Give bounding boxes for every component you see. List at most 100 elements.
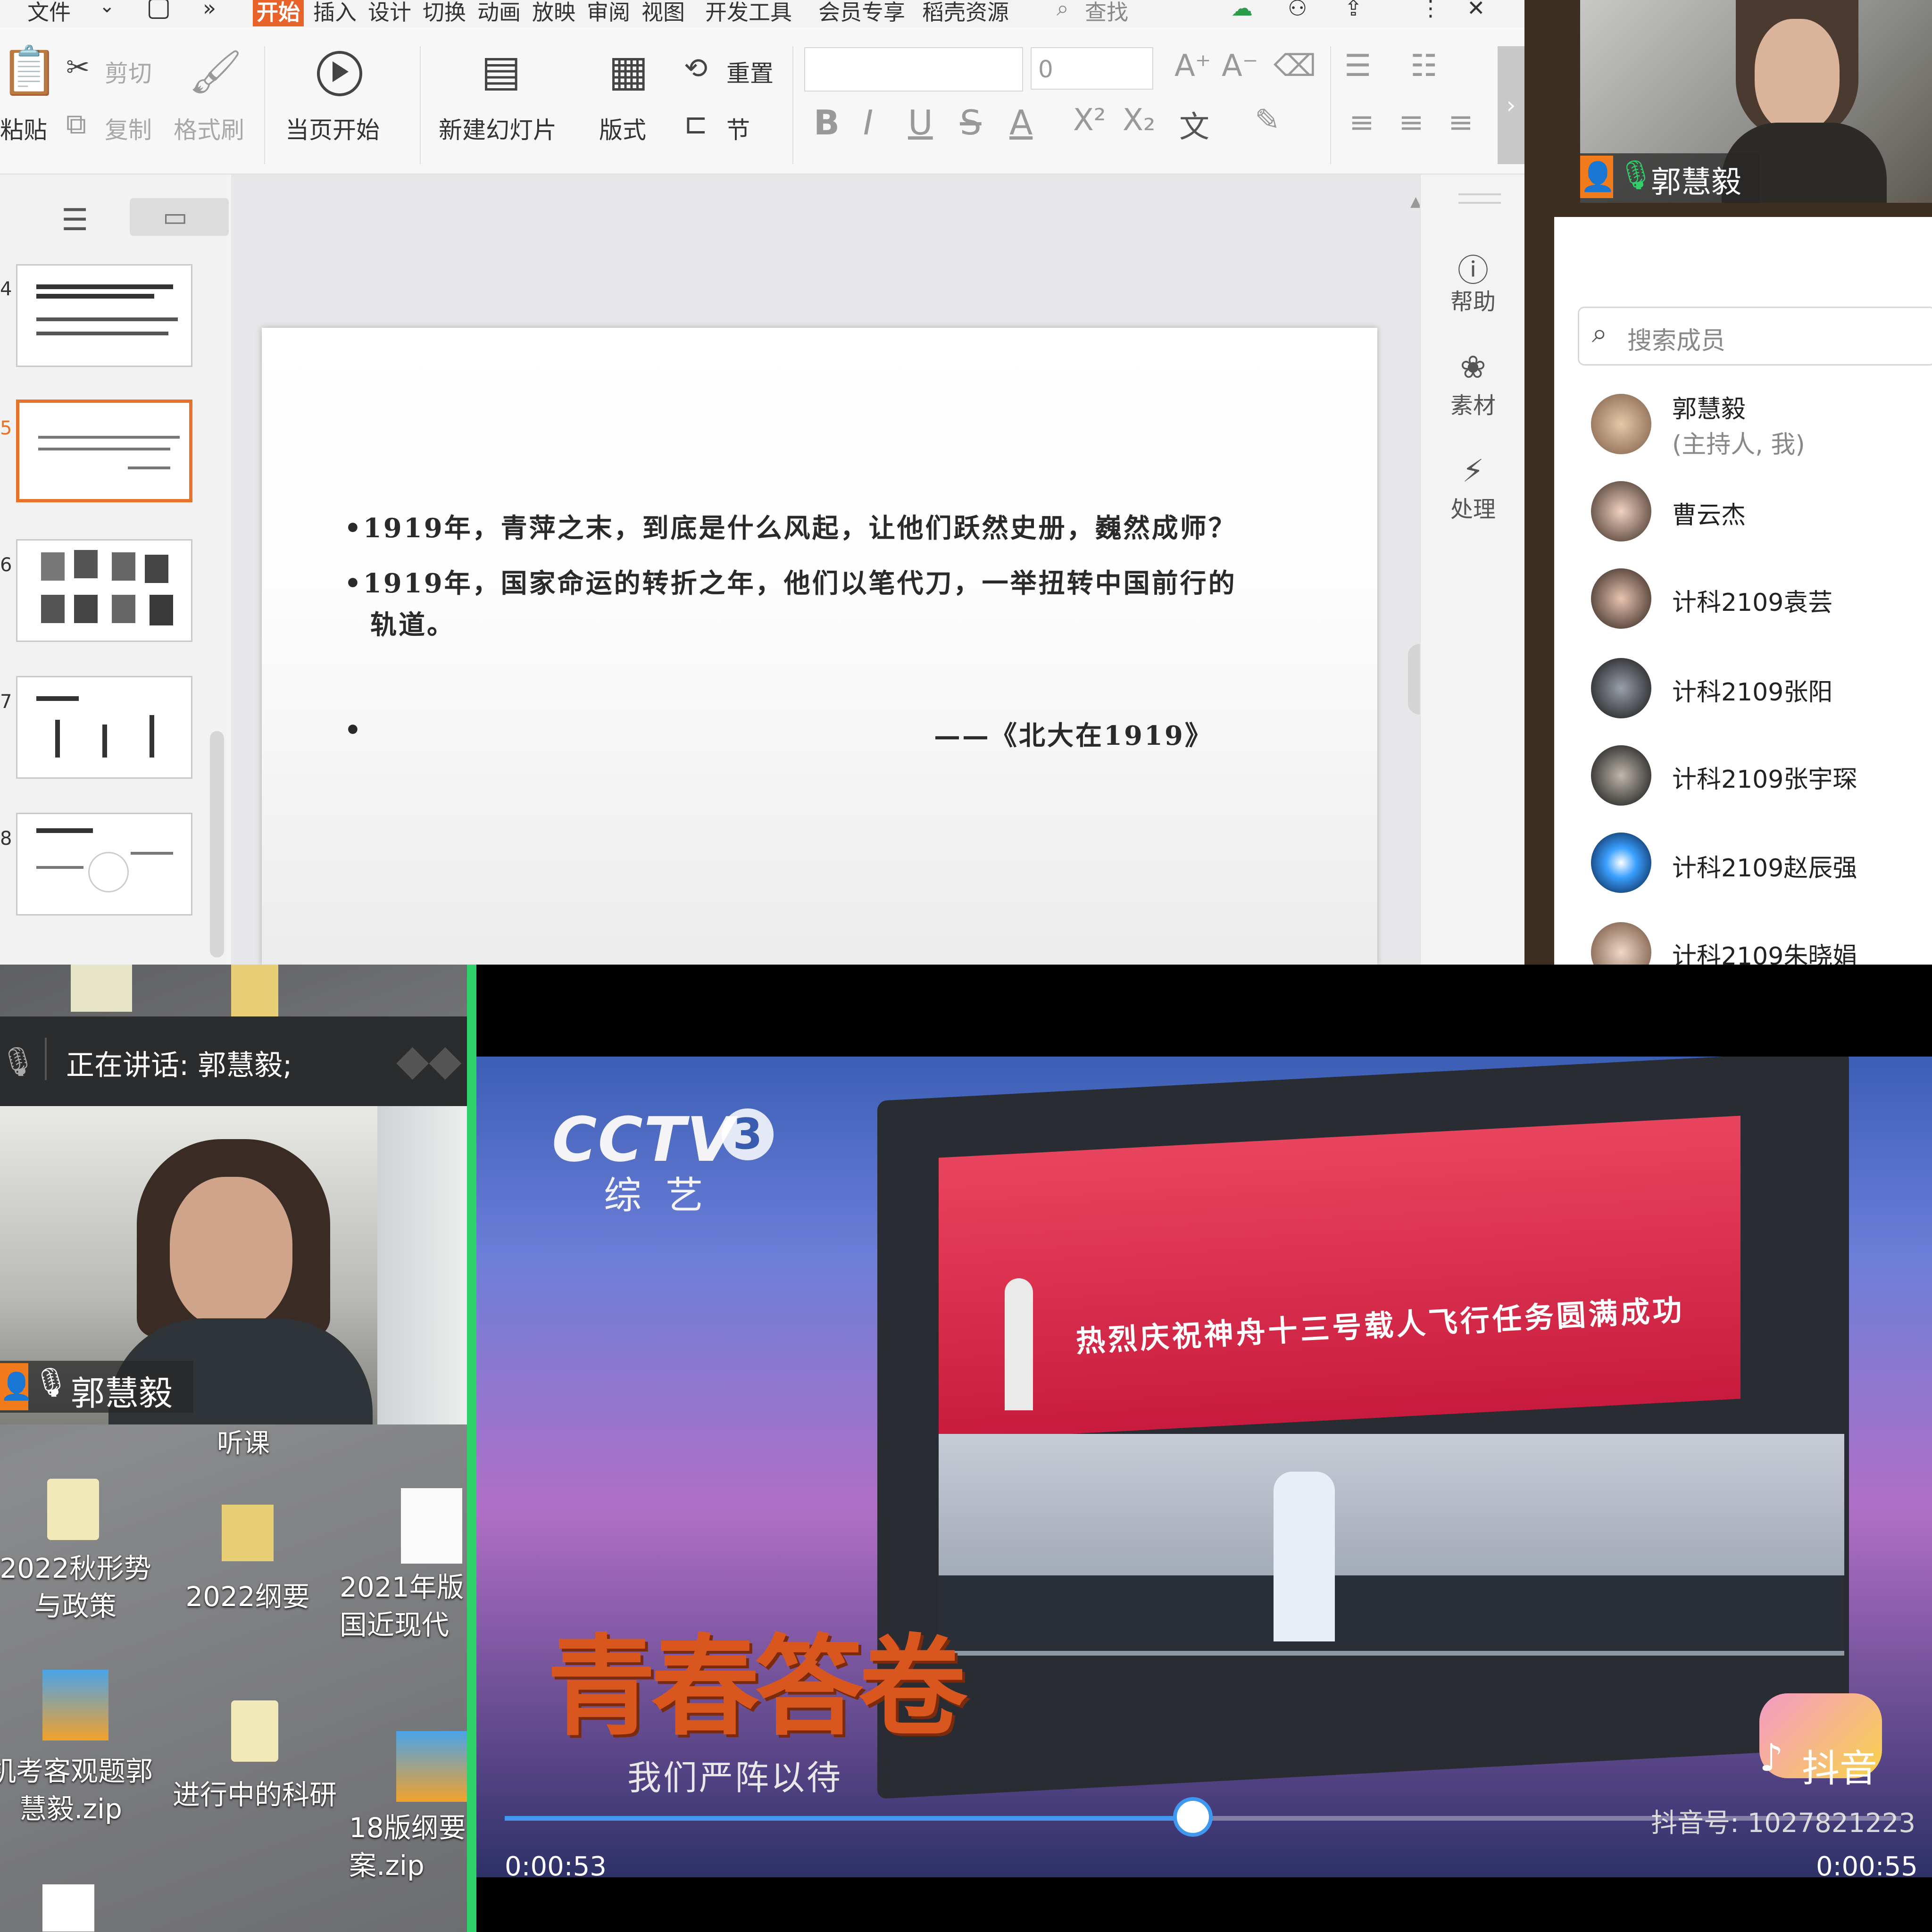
clear-format-icon[interactable]: ⌫ — [1274, 49, 1316, 83]
material-button[interactable]: 素材 — [1421, 387, 1524, 420]
reset-button[interactable]: 重置 — [726, 55, 774, 89]
paste-icon[interactable]: 📋 — [0, 47, 59, 94]
paste-button[interactable]: 粘贴 — [0, 111, 47, 145]
more-options-icon[interactable]: ⋮ — [1420, 0, 1441, 21]
search-icon[interactable]: ⌕ — [1057, 0, 1069, 22]
member-name[interactable]: 计科2109赵辰强 — [1672, 848, 1857, 883]
font-color-icon[interactable]: A — [1009, 103, 1033, 142]
word-file-icon[interactable] — [231, 1700, 278, 1762]
menu-start[interactable]: 开始 — [253, 0, 304, 26]
member-name[interactable]: 计科2109张阳 — [1672, 672, 1832, 708]
progress-handle[interactable] — [1173, 1797, 1213, 1837]
layout-button[interactable]: 版式 — [599, 111, 646, 145]
play-from-current-button[interactable]: 当页开始 — [285, 111, 380, 145]
menu-insert[interactable]: 插入 — [313, 0, 357, 26]
desktop-icon-label[interactable]: 进行中的科研 — [170, 1776, 340, 1814]
align-right-icon[interactable]: ≡ — [1448, 105, 1474, 140]
process-icon[interactable]: ⚡ — [1421, 453, 1524, 489]
video-frame[interactable]: 热烈庆祝神舟十三号载人飞行任务圆满成功 CCTV 3 综 艺 青春答卷 我们严阵… — [476, 1057, 1932, 1877]
menu-vip[interactable]: 会员专享 — [818, 0, 905, 26]
chevron-down-icon[interactable]: ⌄ — [99, 0, 115, 17]
slide-bullet-2: •1919年，国家命运的转折之年，他们以笔代刀，一举扭转中国前行的 — [344, 568, 1237, 599]
layout-icon[interactable]: ▦ — [608, 46, 649, 96]
current-slide[interactable]: •1919年，青萍之末，到底是什么风起，让他们跃然史册，巍然成师？ •1919年… — [262, 328, 1377, 965]
desktop-icon-label[interactable]: 2022秋形势与政策 — [0, 1549, 160, 1625]
slide-thumbnail-4[interactable] — [16, 264, 192, 367]
file-thumbnail[interactable] — [71, 965, 132, 1012]
material-icon[interactable]: ❀ — [1421, 349, 1524, 385]
folder-icon[interactable] — [231, 965, 278, 1016]
section-icon[interactable]: ⊏ — [684, 108, 708, 141]
process-button[interactable]: 处理 — [1421, 491, 1524, 524]
format-painter-button[interactable]: 格式刷 — [174, 111, 244, 145]
copy-button[interactable]: 复制 — [105, 111, 152, 145]
slide-thumbnail-7[interactable] — [16, 676, 192, 779]
font-size-field[interactable]: 0 — [1031, 47, 1153, 90]
share-icon[interactable]: ⇪ — [1344, 0, 1363, 21]
menu-animation[interactable]: 动画 — [477, 0, 521, 26]
superscript-icon[interactable]: X² — [1073, 103, 1106, 138]
italic-icon[interactable]: I — [863, 103, 873, 142]
cloud-sync-icon[interactable]: ☁ — [1231, 0, 1253, 21]
member-name[interactable]: 郭慧毅 — [1672, 389, 1746, 425]
menu-switch[interactable]: 切换 — [423, 0, 466, 26]
help-button[interactable]: 帮助 — [1421, 283, 1524, 316]
menu-slideshow[interactable]: 放映 — [532, 0, 575, 26]
folder-icon[interactable] — [222, 1505, 274, 1561]
slide-thumbnail-8[interactable] — [16, 813, 192, 916]
top-camera-feed[interactable]: 👤 🎙 郭慧毅 — [1580, 0, 1932, 203]
bullet-list-icon[interactable]: ☰ — [1344, 49, 1371, 83]
slide-thumbnail-6[interactable] — [16, 539, 192, 642]
format-painter-icon[interactable]: 🖌 — [189, 47, 242, 97]
document-icon[interactable] — [47, 1479, 99, 1540]
highlight-icon[interactable]: ✎ — [1255, 103, 1280, 138]
control-desks — [939, 1575, 1844, 1651]
menu-search[interactable]: 查找 — [1085, 0, 1128, 26]
menu-devtools[interactable]: 开发工具 — [705, 0, 792, 26]
reset-icon[interactable]: ⟲ — [684, 52, 708, 85]
desktop-icon-label[interactable]: 2021年版国近现代 — [340, 1568, 481, 1649]
member-name[interactable]: 计科2109张宇琛 — [1672, 759, 1857, 795]
grow-font-icon[interactable]: A⁺ — [1174, 49, 1211, 83]
menu-design[interactable]: 设计 — [368, 0, 411, 26]
bold-icon[interactable]: B — [814, 103, 840, 142]
word-file-icon[interactable] — [42, 1884, 94, 1932]
underline-icon[interactable]: U — [908, 103, 933, 142]
outline-view-icon[interactable]: ☰ — [61, 203, 88, 238]
save-icon[interactable]: ▢ — [146, 0, 171, 22]
scissors-icon[interactable]: ✂ — [66, 51, 90, 84]
menu-docer[interactable]: 稻壳资源 — [922, 0, 1009, 26]
cut-button[interactable]: 剪切 — [105, 55, 152, 89]
font-name-field[interactable] — [804, 47, 1023, 92]
section-button[interactable]: 节 — [726, 111, 750, 145]
zip-icon[interactable] — [42, 1670, 108, 1740]
align-left-icon[interactable]: ≡ — [1349, 105, 1374, 140]
member-name[interactable]: 计科2109袁芸 — [1672, 583, 1832, 618]
numbered-list-icon[interactable]: ☷ — [1410, 49, 1437, 83]
phonetic-guide-icon[interactable]: 文 — [1179, 103, 1209, 146]
collaborate-icon[interactable]: ⚇ — [1288, 0, 1307, 21]
menu-review[interactable]: 审阅 — [587, 0, 630, 26]
document-icon[interactable] — [401, 1488, 462, 1564]
new-slide-button[interactable]: 新建幻灯片 — [439, 111, 557, 145]
desktop-icon-label[interactable]: 18版纲要案.zip — [349, 1809, 481, 1889]
zip-icon[interactable] — [396, 1731, 467, 1802]
ribbon-scroll-right-icon[interactable]: › — [1498, 46, 1524, 164]
menu-file[interactable]: 文件 — [27, 0, 71, 26]
close-icon[interactable]: ✕ — [1467, 0, 1485, 21]
desktop-icon-label[interactable]: 机考客观题郭慧毅.zip — [0, 1752, 156, 1832]
member-name[interactable]: 曹云杰 — [1672, 495, 1746, 531]
strikethrough-icon[interactable]: S — [960, 103, 982, 142]
member-list-panel: ⌕ 搜索成员 郭慧毅 (主持人, 我) 曹云杰 计科2109袁芸 计科2109张… — [1554, 217, 1932, 983]
more-icon[interactable]: » — [203, 0, 216, 21]
subscript-icon[interactable]: X₂ — [1123, 103, 1156, 138]
bottom-camera-feed[interactable]: 👤 🎙 郭慧毅 — [0, 1106, 526, 1424]
copy-icon[interactable]: ⧉ — [66, 108, 86, 141]
thumb-scrollbar[interactable] — [210, 731, 224, 958]
desktop-icon-label[interactable]: 2022纲要 — [163, 1578, 333, 1616]
shrink-font-icon[interactable]: A⁻ — [1222, 49, 1258, 83]
align-center-icon[interactable]: ≡ — [1399, 105, 1424, 140]
menu-view[interactable]: 视图 — [641, 0, 685, 26]
new-slide-icon[interactable]: ▤ — [481, 46, 521, 96]
slide-thumbnail-5-selected[interactable] — [16, 400, 192, 502]
